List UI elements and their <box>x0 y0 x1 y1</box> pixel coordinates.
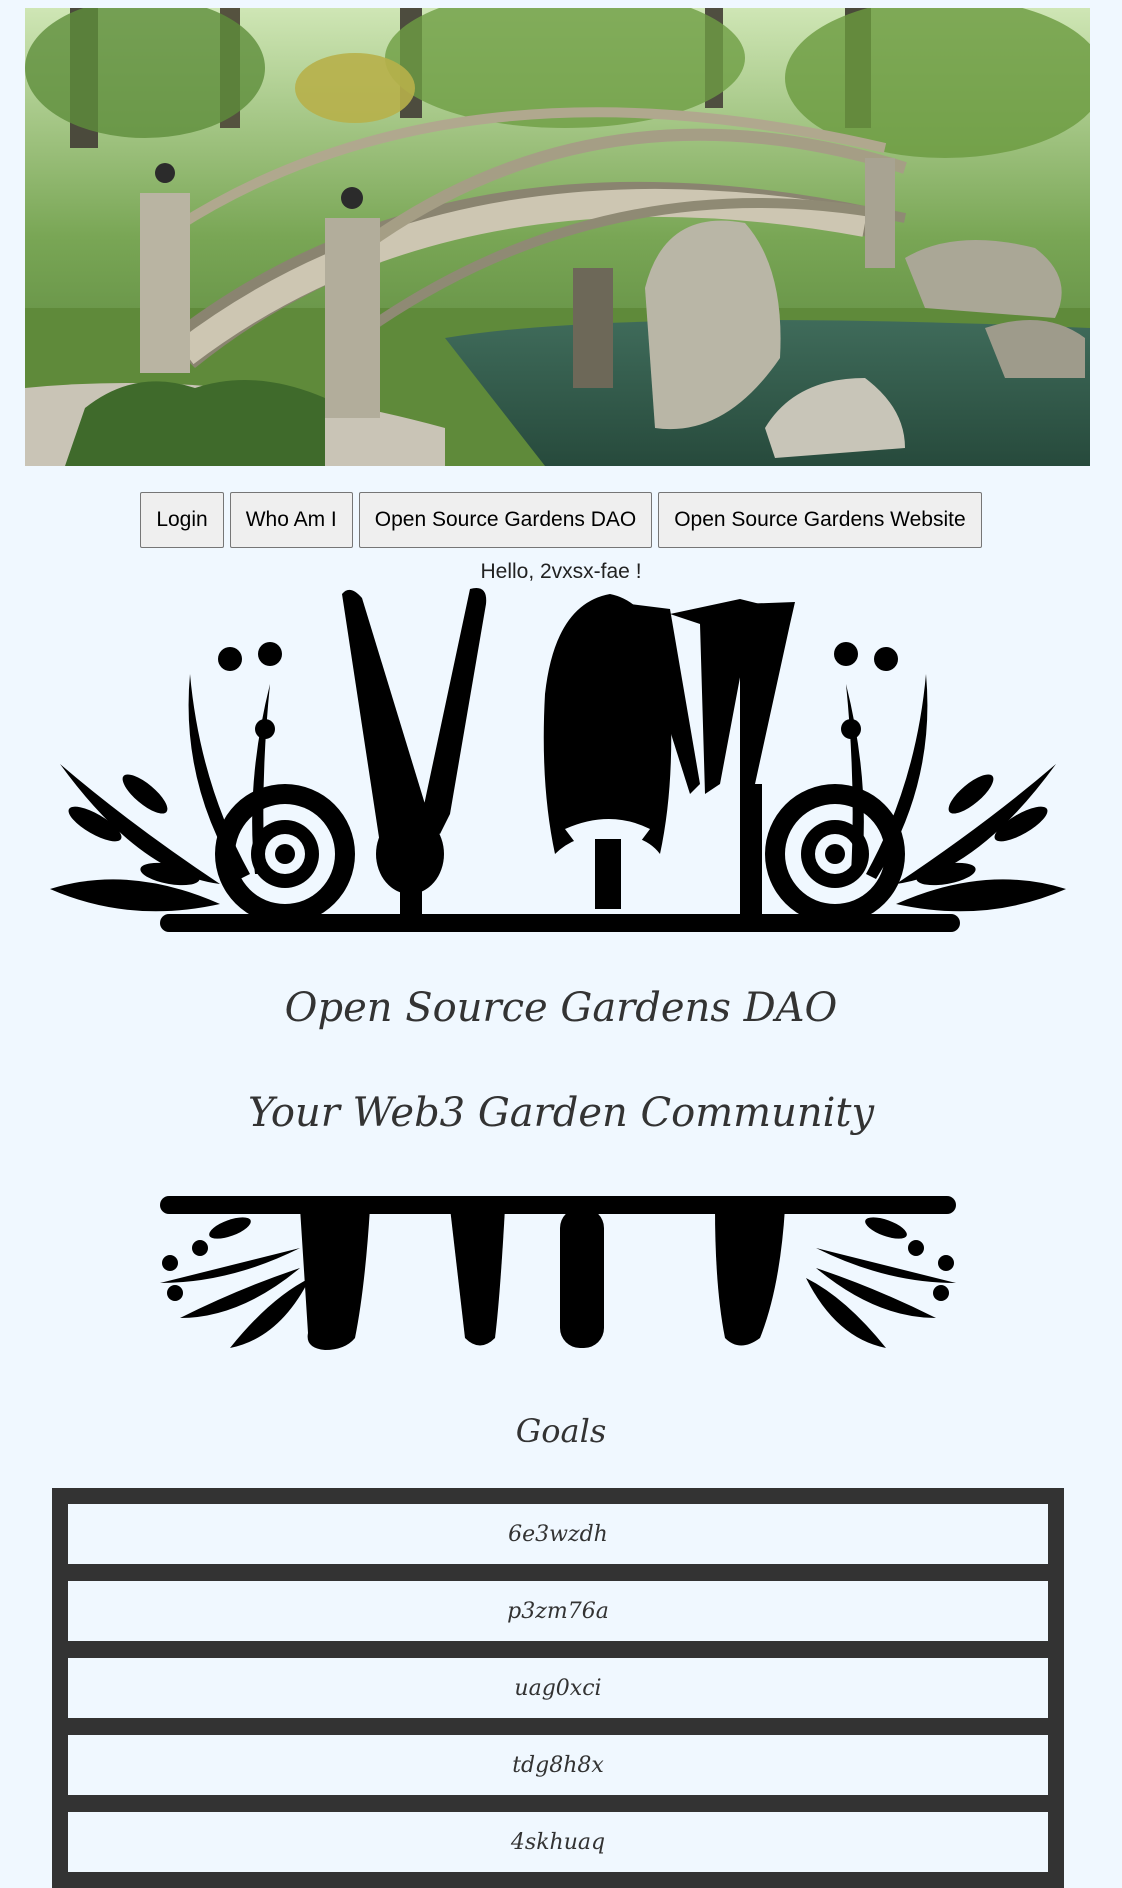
hero-garden-bridge-image <box>25 8 1090 466</box>
login-button[interactable]: Login <box>140 492 224 548</box>
greeting-text: Hello, 2vxsx-fae ! <box>480 560 642 583</box>
goal-item[interactable]: uag0xci <box>68 1658 1048 1718</box>
page-title: Open Source Gardens DAO <box>284 985 838 1031</box>
goal-item[interactable]: tdg8h8x <box>68 1735 1048 1795</box>
who-am-i-button[interactable]: Who Am I <box>229 492 353 548</box>
goal-item[interactable]: 6e3wzdh <box>68 1504 1048 1564</box>
page-subtitle: Your Web3 Garden Community <box>247 1090 875 1136</box>
goal-item[interactable]: 4skhuaq <box>68 1812 1048 1872</box>
goals-list: 6e3wzdh p3zm76a uag0xci tdg8h8x 4skhuaq <box>52 1488 1064 1888</box>
garden-tools-ornament-bottom <box>160 1188 956 1358</box>
goals-heading: Goals <box>515 1412 607 1450</box>
top-nav: Login Who Am I Open Source Gardens DAO O… <box>0 492 1122 548</box>
garden-tools-ornament-top <box>50 584 1066 940</box>
open-source-gardens-dao-button[interactable]: Open Source Gardens DAO <box>358 492 653 548</box>
goal-item[interactable]: p3zm76a <box>68 1581 1048 1641</box>
open-source-gardens-website-button[interactable]: Open Source Gardens Website <box>658 492 982 548</box>
